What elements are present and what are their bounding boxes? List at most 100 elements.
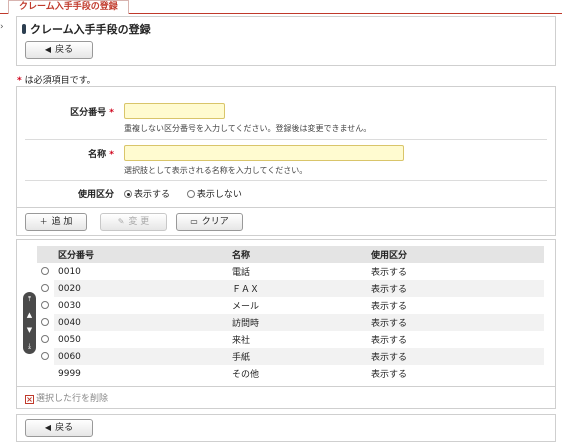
divider [25, 139, 547, 140]
form-row-code: 区分番号 * 重複しない区分番号を入力してください。登録後は変更できません。 [17, 103, 555, 143]
cell-name: その他 [232, 370, 260, 380]
cell-code: 0040 [54, 314, 228, 331]
cell-name: メール [232, 302, 260, 312]
row-select-radio[interactable] [41, 334, 49, 343]
table-row[interactable]: 0030 メール 表示する [37, 297, 544, 314]
cell-code: 0020 [54, 280, 228, 297]
eraser-icon: ▭ [190, 217, 198, 226]
delete-selected-rows[interactable]: × 選択した行を削除 [25, 391, 108, 404]
move-up-icon[interactable]: ▲ [23, 308, 36, 324]
footer-back-button[interactable]: ◀ 戻る [25, 419, 93, 437]
usage-option-hide[interactable]: 表示しない [186, 190, 242, 200]
footer-panel: ◀ 戻る [16, 414, 556, 442]
cell-usage: 表示する [367, 280, 544, 297]
cell-name: 来社 [232, 336, 251, 346]
row-select-cell [37, 365, 54, 382]
row-select-radio[interactable] [41, 317, 49, 326]
list-panel: ⤒ ▲ ▼ ⤓ 区分番号 名称 使用区分 0010 電話 表示する 0020 ＦＡＸ 表示… [16, 239, 556, 409]
change-button-label: 変 更 [128, 217, 150, 227]
row-select-cell [37, 314, 54, 331]
row-move-controls: ⤒ ▲ ▼ ⤓ [23, 292, 36, 354]
chevron-right-icon[interactable]: › [0, 22, 6, 32]
category-table: 区分番号 名称 使用区分 0010 電話 表示する 0020 ＦＡＸ 表示する 0030 メー… [37, 246, 544, 382]
cell-usage: 表示する [371, 370, 408, 380]
row-select-cell [37, 297, 54, 314]
select-column-header [37, 246, 54, 263]
form-row-usage: 使用区分 表示する 表示しない [17, 186, 555, 202]
row-select-radio[interactable] [41, 351, 49, 360]
cell-code: 0060 [54, 348, 228, 365]
cell-name: ＦＡＸ [228, 280, 367, 297]
add-button[interactable]: ＋追 加 [25, 213, 87, 231]
column-header-name: 名称 [228, 246, 367, 263]
cell-code: 0010 [58, 266, 81, 277]
table-row[interactable]: 0020 ＦＡＸ 表示する [37, 280, 544, 297]
clear-button-label: クリア [201, 217, 229, 227]
change-button[interactable]: ✎ 変 更 [100, 213, 167, 231]
required-note-text: は必須項目です。 [21, 76, 96, 86]
table-body: 0010 電話 表示する 0020 ＦＡＸ 表示する 0030 メール 表示する 0040 訪問時表… [37, 263, 544, 382]
back-button[interactable]: ◀ 戻る [25, 41, 93, 59]
row-select-cell [37, 331, 54, 348]
cell-name: 訪問時 [228, 314, 367, 331]
table-header-row: 区分番号 名称 使用区分 [37, 246, 544, 263]
row-select-radio[interactable] [41, 300, 49, 309]
footer-back-button-label: 戻る [55, 423, 74, 433]
table-row[interactable]: 0010 電話 表示する [37, 263, 544, 280]
back-button-label: 戻る [55, 45, 74, 55]
delete-selected-label: 選択した行を削除 [36, 394, 109, 404]
name-label-text: 名称 [88, 150, 107, 160]
column-header-code: 区分番号 [54, 246, 228, 263]
row-select-cell [37, 348, 54, 365]
move-down-icon[interactable]: ▼ [23, 323, 36, 339]
cell-name: 電話 [232, 268, 251, 278]
header-panel: クレーム入手手段の登録 ◀ 戻る [16, 16, 556, 66]
name-required-star: * [109, 150, 114, 160]
code-label: 区分番号 * [17, 105, 114, 118]
usage-radio-group: 表示する 表示しない [124, 187, 242, 200]
title-marker [22, 24, 26, 34]
table-row[interactable]: 0050 来社 表示する [37, 331, 544, 348]
cell-usage: 表示する [371, 336, 408, 346]
arrow-left-icon: ◀ [44, 423, 52, 432]
radio-checked[interactable] [124, 190, 132, 198]
code-required-star: * [109, 108, 114, 118]
delete-icon: × [25, 395, 34, 404]
code-label-text: 区分番号 [70, 108, 107, 118]
column-header-usage: 使用区分 [367, 246, 544, 263]
divider [17, 386, 555, 387]
table-row[interactable]: 0060 手紙 表示する [37, 348, 544, 365]
divider [17, 207, 555, 208]
move-top-icon[interactable]: ⤒ [23, 292, 36, 308]
form-panel: 区分番号 * 重複しない区分番号を入力してください。登録後は変更できません。 名… [16, 86, 556, 236]
pencil-icon: ✎ [117, 217, 125, 226]
cell-code: 9999 [58, 368, 81, 379]
usage-option-show-label: 表示する [134, 190, 171, 200]
move-bottom-icon[interactable]: ⤓ [23, 339, 36, 355]
arrow-left-icon: ◀ [44, 45, 52, 54]
cell-usage: 表示する [367, 348, 544, 365]
row-select-radio[interactable] [41, 266, 49, 275]
table-row[interactable]: 9999 その他 表示する [37, 365, 544, 382]
page-title: クレーム入手手段の登録 [30, 23, 151, 36]
add-button-label: 追 加 [51, 217, 73, 227]
cell-usage: 表示する [371, 268, 408, 278]
radio-unchecked[interactable] [186, 190, 195, 198]
row-select-cell [37, 280, 54, 297]
code-input[interactable] [124, 103, 225, 119]
divider [25, 180, 547, 181]
required-note: * は必須項目です。 [17, 73, 96, 86]
cell-code: 0050 [58, 334, 81, 345]
name-input[interactable] [124, 145, 404, 161]
clear-button[interactable]: ▭ クリア [176, 213, 243, 231]
table-row[interactable]: 0040 訪問時 表示する [37, 314, 544, 331]
tab-claim-source-registration[interactable]: クレーム入手手段の登録 [8, 0, 129, 14]
row-select-radio[interactable] [41, 283, 49, 292]
cell-usage: 表示する [367, 314, 544, 331]
usage-label: 使用区分 [77, 190, 114, 200]
usage-option-show[interactable]: 表示する [124, 190, 170, 200]
plus-icon: ＋ [39, 217, 48, 226]
usage-option-hide-label: 表示しない [196, 190, 242, 200]
cell-name: 手紙 [228, 348, 367, 365]
cell-code: 0030 [58, 300, 81, 311]
